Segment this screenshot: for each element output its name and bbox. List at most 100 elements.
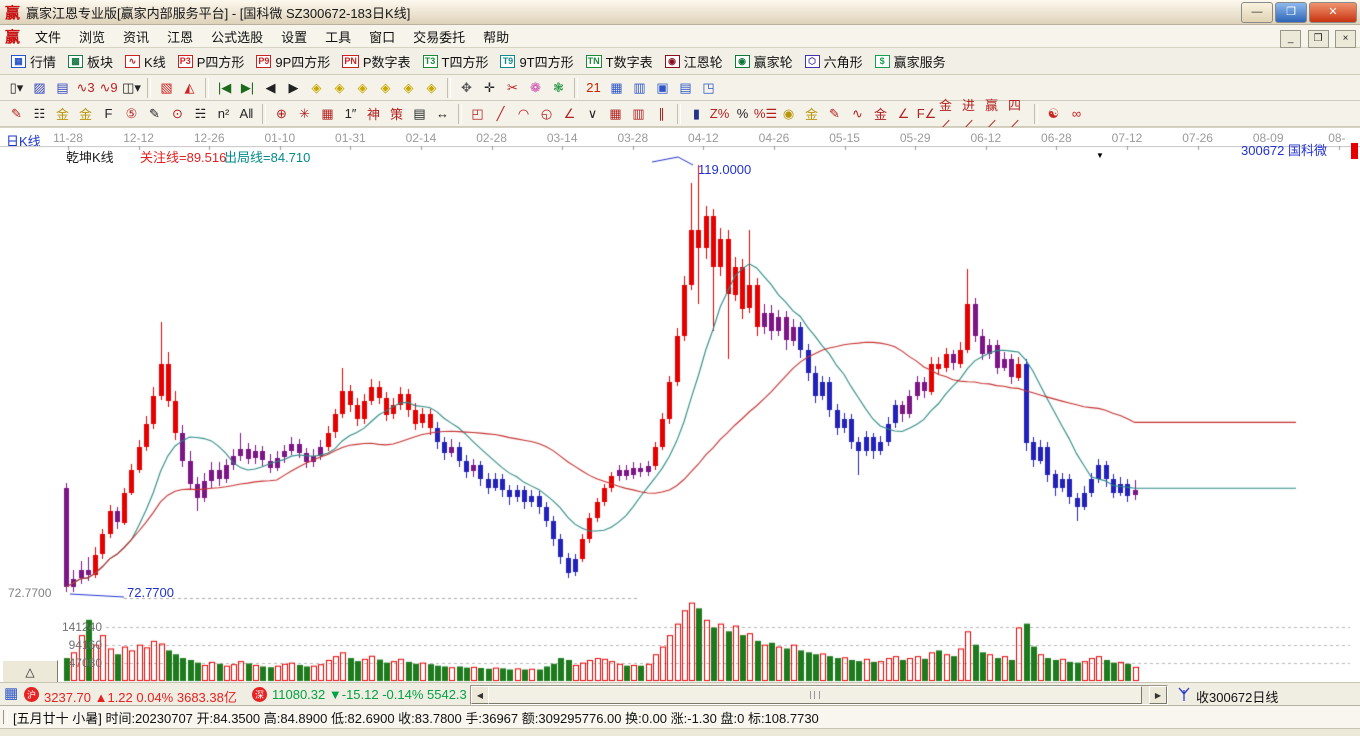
menu-item-7[interactable]: 窗口 xyxy=(360,25,404,48)
grid-red-2-icon[interactable]: ▥ xyxy=(628,104,649,124)
minimize-button[interactable]: — xyxy=(1241,2,1273,23)
arc-fan-icon[interactable]: ◠ xyxy=(513,104,534,124)
bars-9-icon[interactable]: ∿9 xyxy=(98,78,119,98)
quotes-button[interactable]: ▦ 行情 xyxy=(11,52,56,71)
period-candle-icon[interactable]: ▯▾ xyxy=(6,78,27,98)
cut-tool-icon[interactable]: ✂ xyxy=(502,78,523,98)
shen-tool-icon[interactable]: 神 xyxy=(363,104,384,124)
time-cycle-icon[interactable]: ⊙ xyxy=(167,104,188,124)
quote-table-icon[interactable]: ▦ xyxy=(4,686,18,701)
save-disk-icon[interactable]: ▣ xyxy=(652,78,673,98)
si-angle-icon[interactable]: 四∠ xyxy=(1008,98,1029,132)
box-tool-icon[interactable]: ◰ xyxy=(467,104,488,124)
zoom-diamond-all-icon[interactable]: ◈ xyxy=(421,78,442,98)
p9-square-button[interactable]: P9 9P四方形 xyxy=(256,52,330,71)
bars-3-icon[interactable]: ∿3 xyxy=(75,78,96,98)
hexagon-button[interactable]: ⬡ 六角形 xyxy=(804,52,863,71)
winner-wheel-button[interactable]: ◉ 赢家轮 xyxy=(734,52,793,71)
chart-scrollbar[interactable]: ◀ ▶ xyxy=(470,685,1168,705)
t-number-table-button[interactable]: TN T数字表 xyxy=(585,52,653,71)
mdi-close-button[interactable]: × xyxy=(1335,29,1356,48)
scroll-left-button[interactable]: ◀ xyxy=(471,686,489,704)
ce-tool-icon[interactable]: 策 xyxy=(386,104,407,124)
scrollbar-thumb[interactable] xyxy=(488,686,1142,704)
user-card-icon[interactable]: ◳ xyxy=(698,78,719,98)
box-arc-icon[interactable]: ◵ xyxy=(536,104,557,124)
gold-circle-icon[interactable]: ◉ xyxy=(778,104,799,124)
t9-square-button[interactable]: T9 9T四方形 xyxy=(500,52,574,71)
fibonacci-f-icon[interactable]: F xyxy=(98,104,119,124)
ray-fan-icon[interactable]: ╱ xyxy=(490,104,511,124)
close-button[interactable]: ✕ xyxy=(1309,2,1357,23)
brain-tool-icon[interactable]: ❃ xyxy=(548,78,569,98)
scroll-right-button[interactable]: ▶ xyxy=(1149,686,1167,704)
gann-grid-icon[interactable]: ☷ xyxy=(29,104,50,124)
grid-box-icon[interactable]: ▦ xyxy=(317,104,338,124)
p-square-button[interactable]: P3 P四方形 xyxy=(177,52,244,71)
pen-icon[interactable]: ✎ xyxy=(6,104,27,124)
gold-bar-icon[interactable]: 金 xyxy=(870,104,891,124)
restore-button[interactable]: ❐ xyxy=(1275,2,1307,23)
menu-item-4[interactable]: 公式选股 xyxy=(202,25,272,48)
flower-tool-icon[interactable]: ❁ xyxy=(525,78,546,98)
menu-item-2[interactable]: 资讯 xyxy=(114,25,158,48)
printer-icon[interactable]: ▤ xyxy=(675,78,696,98)
sectors-button[interactable]: ▩ 板块 xyxy=(68,52,113,71)
compass-icon[interactable]: ⊕ xyxy=(271,104,292,124)
calculator-icon[interactable]: ▦ xyxy=(606,78,627,98)
jin-angle-icon[interactable]: 进∠ xyxy=(962,98,983,132)
calendar-21-icon[interactable]: 21 xyxy=(583,78,604,98)
wave-lines-icon[interactable]: ∿ xyxy=(847,104,868,124)
last-bar-icon[interactable]: ▶| xyxy=(237,78,258,98)
t-square-button[interactable]: T3 T四方形 xyxy=(422,52,488,71)
zoom-diamond-shrink-icon[interactable]: ◈ xyxy=(375,78,396,98)
prev-bar-icon[interactable]: ◀ xyxy=(260,78,281,98)
infinity-icon[interactable]: ∞ xyxy=(1066,104,1087,124)
menu-item-9[interactable]: 帮助 xyxy=(474,25,518,48)
angle-tool-icon[interactable]: ∠ xyxy=(893,104,914,124)
p-number-table-button[interactable]: PN P数字表 xyxy=(342,52,411,71)
menu-item-6[interactable]: 工具 xyxy=(316,25,360,48)
menu-item-1[interactable]: 浏览 xyxy=(70,25,114,48)
indicator-box-icon[interactable]: ▨ xyxy=(29,78,50,98)
z-percent-icon[interactable]: Z% xyxy=(709,104,730,124)
notebook-icon[interactable]: ▥ xyxy=(629,78,650,98)
circle-5-icon[interactable]: ⑤ xyxy=(121,104,142,124)
menu-item-8[interactable]: 交易委托 xyxy=(404,25,474,48)
grid-red-1-icon[interactable]: ▦ xyxy=(605,104,626,124)
kline-button[interactable]: ∿ K线 xyxy=(125,52,166,71)
yinyang-icon[interactable]: ☯ xyxy=(1043,104,1064,124)
kline-chart-canvas[interactable] xyxy=(0,146,1360,682)
candle-type-icon[interactable]: ◫▾ xyxy=(121,78,142,98)
mdi-minimize-button[interactable]: _ xyxy=(1280,29,1302,48)
gold-angle-icon[interactable]: 金∠ xyxy=(939,98,960,132)
angle-line-icon[interactable]: ∠ xyxy=(559,104,580,124)
crosshair-tool-icon[interactable]: ✛ xyxy=(479,78,500,98)
menu-item-0[interactable]: 文件 xyxy=(26,25,70,48)
mdi-restore-button[interactable]: ❐ xyxy=(1307,29,1329,48)
mirror-a-icon[interactable]: A‖ xyxy=(236,104,257,124)
n-square-icon[interactable]: n² xyxy=(213,104,234,124)
ruler-grid-icon[interactable]: ☵ xyxy=(190,104,211,124)
shenzhen-index-icon[interactable]: 深 xyxy=(252,687,267,702)
gold-lines-icon[interactable]: 金 xyxy=(801,104,822,124)
ruler-123-icon[interactable]: ▤ xyxy=(409,104,430,124)
stats-bars-icon[interactable]: ▮ xyxy=(686,104,707,124)
star-tool-icon[interactable]: ✳ xyxy=(294,104,315,124)
menu-item-5[interactable]: 设置 xyxy=(272,25,316,48)
pen-2-icon[interactable]: ✎ xyxy=(144,104,165,124)
percent-icon[interactable]: % xyxy=(732,104,753,124)
parallel-lines-icon[interactable]: ∥ xyxy=(651,104,672,124)
gold-line-1-icon[interactable]: 金 xyxy=(52,104,73,124)
pattern-frame-icon[interactable]: ▧ xyxy=(156,78,177,98)
next-bar-icon[interactable]: ▶ xyxy=(283,78,304,98)
first-bar-icon[interactable]: |◀ xyxy=(214,78,235,98)
hand-tool-icon[interactable]: ✥ xyxy=(456,78,477,98)
f-angle-icon[interactable]: F∠ xyxy=(916,104,937,124)
panel-toggle-button[interactable]: △ xyxy=(2,660,58,683)
brush-tool-icon[interactable]: ✎ xyxy=(824,104,845,124)
zoom-diamond-vert-icon[interactable]: ◈ xyxy=(398,78,419,98)
gann-wheel-button[interactable]: ◉ 江恩轮 xyxy=(664,52,723,71)
color-kline-icon[interactable]: ◭ xyxy=(179,78,200,98)
width-measure-icon[interactable]: ↔ xyxy=(432,104,453,124)
